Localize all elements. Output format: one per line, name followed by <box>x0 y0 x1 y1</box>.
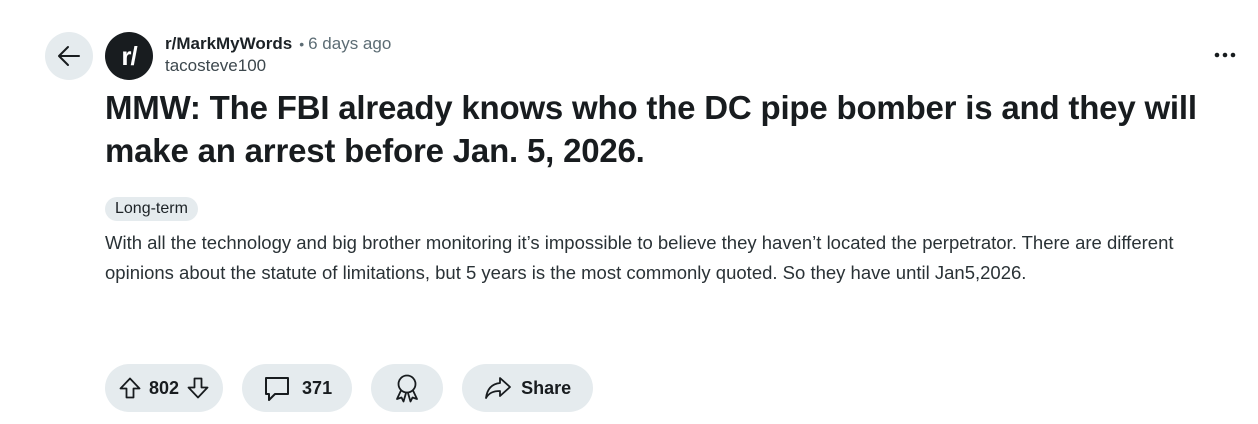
share-button[interactable]: Share <box>462 364 594 412</box>
action-bar: 802 371 Share <box>105 364 594 412</box>
share-icon <box>484 375 512 401</box>
more-options-button[interactable] <box>1208 40 1242 70</box>
author-link[interactable]: tacosteve100 <box>165 55 391 77</box>
comment-count: 371 <box>302 377 333 398</box>
arrow-left-icon <box>56 43 82 69</box>
post-flair[interactable]: Long-term <box>105 197 198 221</box>
post-body: With all the technology and big brother … <box>105 232 1174 283</box>
award-icon <box>393 373 421 403</box>
post-time: 6 days ago <box>308 34 392 53</box>
upvote-icon[interactable] <box>117 375 143 401</box>
subreddit-avatar[interactable]: r/ <box>105 32 153 80</box>
comment-icon <box>262 373 292 403</box>
meta-separator: • <box>299 36 305 52</box>
vote-group: 802 <box>105 364 224 412</box>
back-button[interactable] <box>45 32 93 80</box>
post-title: MMW: The FBI already knows who the DC pi… <box>105 89 1197 169</box>
downvote-icon[interactable] <box>185 375 211 401</box>
post-meta: r/MarkMyWords • 6 days ago tacosteve100 <box>165 33 391 77</box>
more-horizontal-icon <box>1214 52 1236 58</box>
subreddit-link[interactable]: r/MarkMyWords <box>165 33 292 55</box>
avatar-text: r/ <box>121 40 137 71</box>
vote-count: 802 <box>149 377 180 398</box>
meta-row: r/MarkMyWords • 6 days ago <box>165 33 391 55</box>
award-button[interactable] <box>371 364 444 412</box>
share-label: Share <box>521 377 572 398</box>
comments-button[interactable]: 371 <box>242 364 353 412</box>
